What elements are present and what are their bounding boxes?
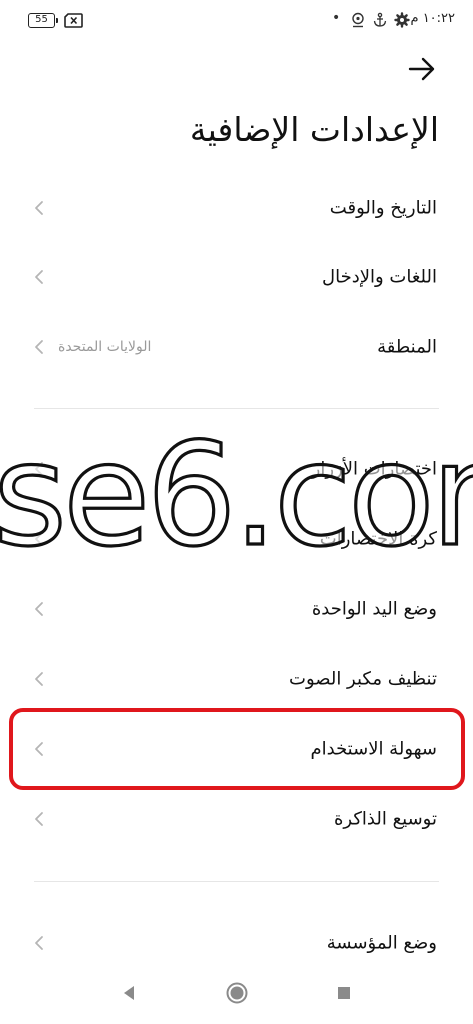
location-pin-icon xyxy=(352,12,364,28)
back-arrow-icon[interactable] xyxy=(406,54,438,84)
row-label: اللغات والإدخال xyxy=(322,266,437,288)
setting-region[interactable]: المنطقة الولايات المتحدة xyxy=(0,319,473,375)
row-label: اختصارات الأزرار xyxy=(311,458,437,480)
no-sim-icon xyxy=(64,13,83,28)
setting-enterprise-mode[interactable]: وضع المؤسسة xyxy=(0,915,473,971)
settings-gear-icon xyxy=(394,12,410,28)
highlight-annotation-box xyxy=(9,708,465,790)
chevron-left-icon xyxy=(35,270,43,284)
status-time: ١٠:٢٢ م xyxy=(410,11,456,26)
nav-back-icon[interactable] xyxy=(116,980,142,1006)
page-title: الإعدادات الإضافية xyxy=(189,110,439,149)
nav-recents-icon[interactable] xyxy=(331,980,357,1006)
setting-languages-input[interactable]: اللغات والإدخال xyxy=(0,249,473,305)
setting-clean-speaker[interactable]: تنظيف مكبر الصوت xyxy=(0,651,473,707)
status-bar: 55 ١٠:٢٢ م • xyxy=(0,0,473,40)
row-label: وضع اليد الواحدة xyxy=(311,598,437,620)
section-divider xyxy=(34,408,439,409)
setting-one-handed-mode[interactable]: وضع اليد الواحدة xyxy=(0,581,473,637)
section-divider xyxy=(34,881,439,882)
navigation-bar xyxy=(0,966,473,1024)
row-label: التاريخ والوقت xyxy=(329,197,437,219)
row-label: المنطقة xyxy=(377,336,437,358)
row-label: وضع المؤسسة xyxy=(326,932,437,954)
setting-date-time[interactable]: التاريخ والوقت xyxy=(0,180,473,236)
chevron-left-icon xyxy=(35,936,43,950)
anchor-icon xyxy=(373,12,387,27)
row-label: كرة الاختصارات xyxy=(319,528,437,550)
status-dot: • xyxy=(332,10,341,26)
chevron-left-icon xyxy=(35,462,43,476)
chevron-left-icon xyxy=(35,602,43,616)
setting-button-shortcuts[interactable]: اختصارات الأزرار xyxy=(0,441,473,497)
chevron-left-icon xyxy=(35,340,43,354)
chevron-left-icon xyxy=(35,201,43,215)
row-label: توسيع الذاكرة xyxy=(334,808,437,830)
setting-memory-extension[interactable]: توسيع الذاكرة xyxy=(0,791,473,847)
chevron-left-icon xyxy=(35,672,43,686)
chevron-left-icon xyxy=(35,532,43,546)
nav-home-icon[interactable] xyxy=(224,980,250,1006)
region-value: الولايات المتحدة xyxy=(58,339,152,355)
battery-indicator: 55 xyxy=(28,13,58,28)
chevron-left-icon xyxy=(35,812,43,826)
setting-quick-ball[interactable]: كرة الاختصارات xyxy=(0,511,473,567)
row-label: تنظيف مكبر الصوت xyxy=(289,668,437,690)
